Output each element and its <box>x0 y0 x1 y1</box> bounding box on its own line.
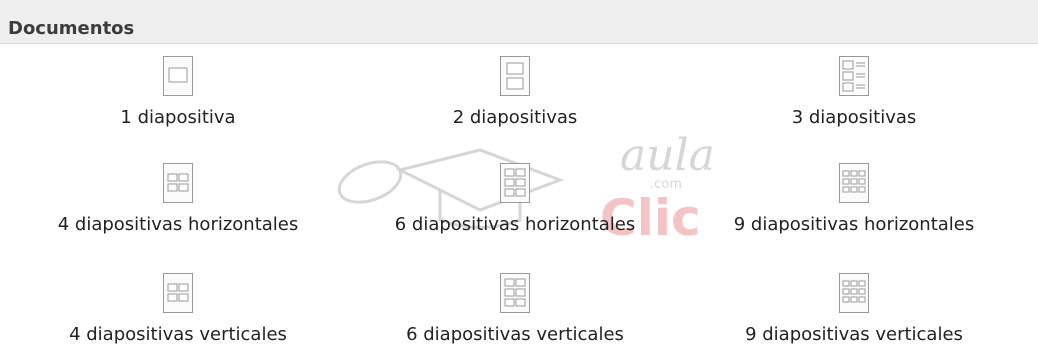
six-slides-horizontal-icon <box>500 163 530 203</box>
option-1-slide[interactable]: 1 diapositiva <box>8 56 348 132</box>
option-6-slides-vertical[interactable]: 6 diapositivas verticales <box>345 273 685 349</box>
section-title: Documentos <box>8 18 135 39</box>
option-6-slides-horizontal[interactable]: 6 diapositivas horizontales <box>345 163 685 239</box>
four-slides-vertical-icon <box>163 273 193 313</box>
option-label: 9 diapositivas verticales <box>745 324 963 345</box>
option-label: 9 diapositivas horizontales <box>733 214 975 235</box>
option-9-slides-horizontal[interactable]: 9 diapositivas horizontales <box>684 163 1024 239</box>
option-2-slides[interactable]: 2 diapositivas <box>345 56 685 132</box>
nine-slides-horizontal-icon <box>839 163 869 203</box>
option-4-slides-vertical[interactable]: 4 diapositivas verticales <box>8 273 348 349</box>
section-header: Documentos <box>0 0 1038 44</box>
one-slide-icon <box>163 56 193 96</box>
nine-slides-vertical-icon <box>839 273 869 313</box>
option-label: 2 diapositivas <box>452 107 578 128</box>
option-label: 4 diapositivas verticales <box>69 324 287 345</box>
option-label: 6 diapositivas verticales <box>406 324 624 345</box>
option-9-slides-vertical[interactable]: 9 diapositivas verticales <box>684 273 1024 349</box>
four-slides-horizontal-icon <box>163 163 193 203</box>
option-label: 6 diapositivas horizontales <box>394 214 636 235</box>
three-slides-icon <box>839 56 869 96</box>
option-label: 3 diapositivas <box>791 107 917 128</box>
option-4-slides-horizontal[interactable]: 4 diapositivas horizontales <box>8 163 348 239</box>
option-label: 4 diapositivas horizontales <box>57 214 299 235</box>
two-slides-icon <box>500 56 530 96</box>
option-3-slides[interactable]: 3 diapositivas <box>684 56 1024 132</box>
six-slides-vertical-icon <box>500 273 530 313</box>
option-label: 1 diapositiva <box>120 107 236 128</box>
